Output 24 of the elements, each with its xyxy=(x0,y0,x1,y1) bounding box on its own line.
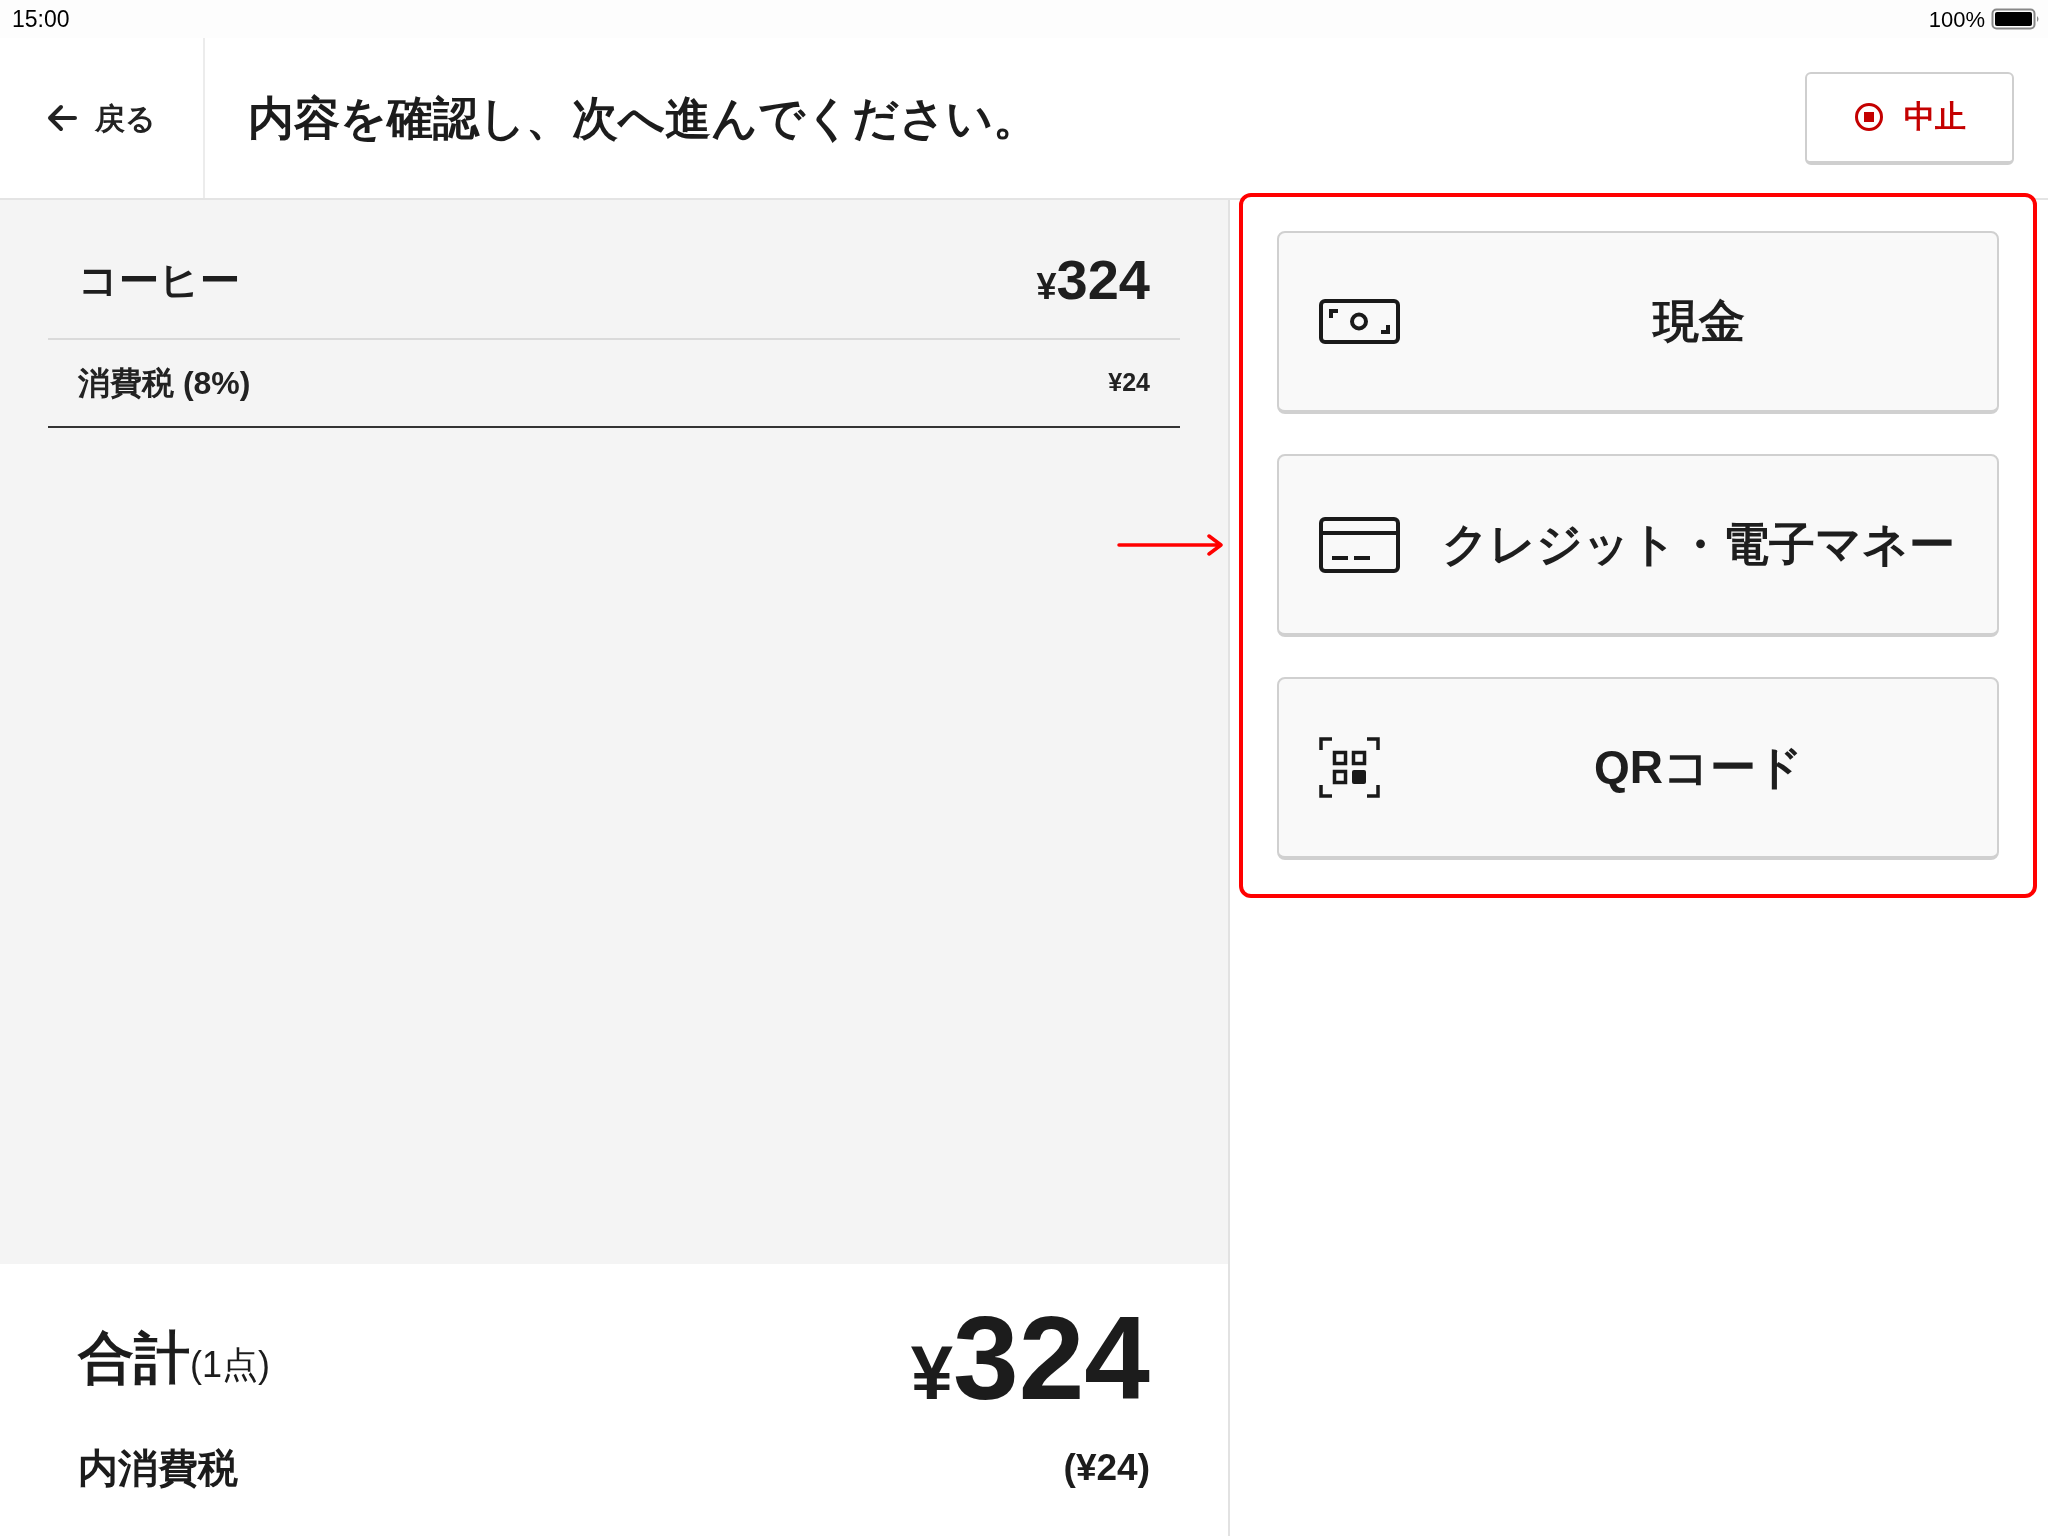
payment-method-button[interactable]: 現金 xyxy=(1277,231,1999,414)
item-price: ¥324 xyxy=(1036,247,1150,313)
stop-button[interactable]: 中止 xyxy=(1805,71,2014,165)
tax-label: 消費税 (8%) xyxy=(78,364,251,403)
battery-icon xyxy=(1991,8,2040,30)
item-name: コーヒー xyxy=(78,257,240,304)
qr-code-icon xyxy=(1319,737,1380,798)
credit-card-icon xyxy=(1319,516,1400,573)
total-label: 合計 xyxy=(78,1325,190,1391)
battery-percentage: 100% xyxy=(1928,5,1985,34)
stop-icon xyxy=(1853,102,1884,132)
payment-method-button[interactable]: クレジット・電子マネー xyxy=(1277,454,1999,637)
tax-amount: ¥24 xyxy=(1108,367,1150,399)
included-tax-amount: (¥24) xyxy=(1063,1446,1150,1491)
item-count: (1点) xyxy=(190,1343,270,1387)
page-title: 内容を確認し、次へ進んでください。 xyxy=(248,90,1039,146)
total-amount: ¥324 xyxy=(910,1299,1150,1417)
included-tax-label: 内消費税 xyxy=(78,1445,238,1492)
banknote-icon xyxy=(1319,299,1400,344)
back-button[interactable]: 戻る xyxy=(0,38,205,198)
arrow-left-icon xyxy=(47,104,77,132)
status-time: 15:00 xyxy=(12,4,70,34)
right-arrow-icon xyxy=(1117,534,1224,556)
payment-method-button[interactable]: QRコード xyxy=(1277,677,1999,860)
